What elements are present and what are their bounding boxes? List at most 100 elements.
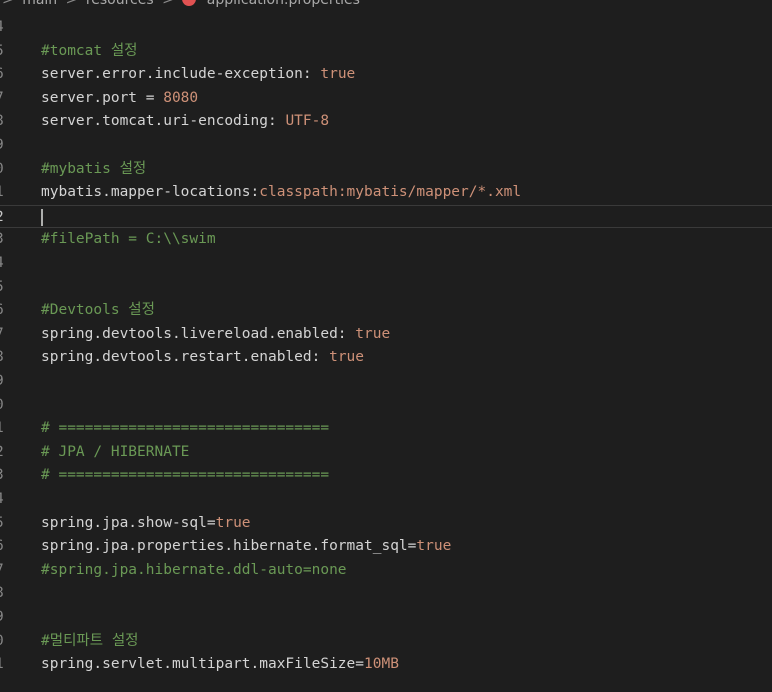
line-number: 7	[0, 559, 9, 583]
code-line[interactable]: 7 server.port = 8080	[0, 87, 772, 111]
line-number: 9	[0, 370, 9, 394]
breadcrumb-separator: >	[2, 0, 14, 8]
code-line[interactable]: 1 # ===============================	[0, 417, 772, 441]
key-token: spring.servlet.multipart.maxFileSize=	[41, 656, 365, 673]
line-number: 5	[0, 276, 9, 300]
code-line[interactable]: 1 spring.servlet.multipart.maxFileSize=10…	[0, 653, 772, 677]
code-line[interactable]: 9	[0, 370, 772, 394]
code-line[interactable]: 6 spring.jpa.properties.hibernate.format_…	[0, 535, 772, 559]
line-code: spring.jpa.show-sql=true	[41, 512, 251, 536]
line-number: 0	[0, 630, 9, 654]
value-token: 8080	[163, 89, 199, 106]
line-number: 4	[0, 488, 9, 512]
line-code: #tomcat 설정	[41, 40, 138, 64]
breadcrumb-item-file[interactable]: application.properties	[207, 0, 360, 8]
code-line[interactable]: 4	[0, 488, 772, 512]
breadcrumb-item-resources[interactable]: resources	[86, 0, 154, 8]
code-line[interactable]: 5 spring.jpa.show-sql=true	[0, 512, 772, 536]
code-line[interactable]: 5 #tomcat 설정	[0, 40, 772, 64]
line-code: # JPA / HIBERNATE	[41, 441, 189, 465]
value-token: true	[320, 66, 356, 83]
code-line[interactable]: 6 server.error.include-exception: true	[0, 63, 772, 87]
line-number: 8	[0, 582, 9, 606]
comment-token: # ===============================	[41, 467, 330, 484]
line-code: server.tomcat.uri-encoding: UTF-8	[41, 110, 329, 134]
code-line[interactable]: 8	[0, 582, 772, 606]
code-line[interactable]: 0 #mybatis 설정	[0, 158, 772, 182]
code-line[interactable]: 3 #filePath = C:\\swim	[0, 228, 772, 252]
comment-token: #mybatis 설정	[41, 160, 147, 177]
key-token: server.tomcat.uri-encoding:	[41, 113, 286, 130]
value-token: 10MB	[364, 656, 399, 673]
line-number: 3	[0, 228, 9, 252]
breadcrumb-separator: >	[162, 0, 174, 8]
line-number: 3	[0, 464, 9, 488]
code-line[interactable]: 7 spring.devtools.livereload.enabled: tru…	[0, 323, 772, 347]
breadcrumb-separator: >	[65, 0, 78, 8]
comment-token: #spring.jpa.hibernate.ddl-auto=none	[41, 561, 347, 578]
code-line[interactable]: 4	[0, 252, 772, 276]
code-line[interactable]: 2 # JPA / HIBERNATE	[0, 441, 772, 465]
line-number: 9	[0, 134, 9, 158]
key-token: server.error.include-exception:	[41, 66, 321, 83]
code-line[interactable]: 4	[0, 16, 772, 40]
line-number: 6	[0, 535, 9, 559]
line-number: 5	[0, 512, 9, 536]
line-number: 8	[0, 346, 9, 370]
line-number: 5	[0, 40, 9, 64]
line-number: 8	[0, 110, 9, 134]
breadcrumb-item-main[interactable]: main	[22, 0, 57, 8]
line-code: #멀티파트 설정	[41, 630, 139, 654]
line-number: 0	[0, 158, 9, 182]
line-number: 1	[0, 181, 9, 205]
comment-token: #tomcat 설정	[41, 42, 138, 59]
gear-icon	[182, 0, 197, 6]
line-number: 1	[0, 417, 9, 441]
breadcrumb: > main > resources > application.propert…	[0, 0, 772, 16]
value-token: true	[355, 325, 391, 342]
key-token: spring.devtools.livereload.enabled:	[41, 325, 356, 342]
code-line[interactable]: 8 spring.devtools.restart.enabled: true	[0, 346, 772, 370]
line-number: 2	[0, 441, 9, 465]
line-number: 6	[0, 299, 9, 323]
code-line[interactable]: 8 server.tomcat.uri-encoding: UTF-8	[0, 110, 772, 134]
code-line[interactable]: 9	[0, 606, 772, 630]
code-line[interactable]: 5	[0, 276, 772, 300]
line-code: # ===============================	[41, 464, 329, 488]
code-line[interactable]: 0 #멀티파트 설정	[0, 630, 772, 654]
line-number: 9	[0, 606, 9, 630]
line-number: 4	[0, 16, 9, 40]
text-cursor	[41, 208, 43, 226]
line-number: 2	[0, 206, 9, 230]
value-token: true	[215, 514, 251, 531]
line-number: 0	[0, 394, 9, 418]
key-token: spring.jpa.show-sql=	[41, 514, 216, 531]
code-editor[interactable]: 45#tomcat 설정6server.error.include-except…	[0, 16, 772, 692]
key-token: spring.devtools.restart.enabled:	[41, 349, 330, 366]
code-line[interactable]: 0	[0, 394, 772, 418]
comment-token: #Devtools 설정	[41, 302, 155, 319]
value-token: classpath:mybatis/mapper/*.xml	[259, 184, 522, 201]
line-number: 4	[0, 252, 9, 276]
line-code: spring.jpa.properties.hibernate.format_s…	[41, 535, 451, 559]
line-code: mybatis.mapper-locations:classpath:mybat…	[41, 181, 521, 205]
value-token: true	[329, 349, 365, 366]
key-token: mybatis.mapper-locations:	[41, 184, 260, 201]
line-code: server.port = 8080	[41, 87, 198, 111]
line-code: #spring.jpa.hibernate.ddl-auto=none	[41, 559, 347, 583]
code-line[interactable]: 1 mybatis.mapper-locations:classpath:myba…	[0, 181, 772, 205]
line-code: #Devtools 설정	[41, 299, 155, 323]
line-code: server.error.include-exception: true	[41, 63, 355, 87]
line-code: #mybatis 설정	[41, 158, 146, 182]
line-code: spring.devtools.restart.enabled: true	[41, 346, 364, 370]
code-line[interactable]: 9	[0, 134, 772, 158]
code-line[interactable]: 6 #Devtools 설정	[0, 299, 772, 323]
line-number: 7	[0, 87, 9, 111]
code-line[interactable]: 7 #spring.jpa.hibernate.ddl-auto=none	[0, 559, 772, 583]
line-number: 6	[0, 63, 9, 87]
code-line[interactable]: 2	[0, 204, 772, 230]
comment-token: # JPA / HIBERNATE	[41, 443, 190, 460]
line-code: #filePath = C:\\swim	[41, 228, 216, 252]
code-line[interactable]: 3 # ===============================	[0, 464, 772, 488]
line-number: 1	[0, 653, 9, 677]
